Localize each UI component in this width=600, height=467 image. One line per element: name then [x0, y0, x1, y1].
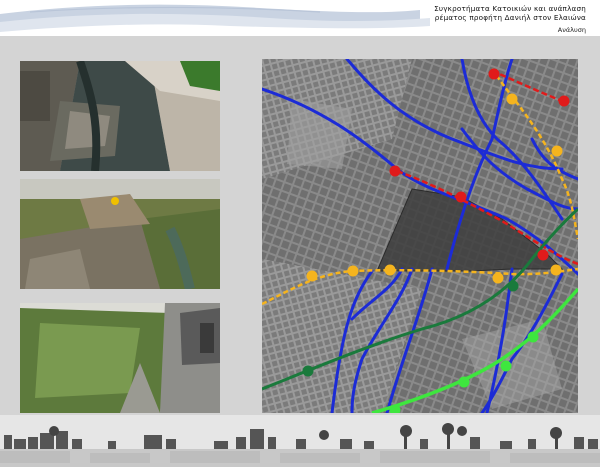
stream-photo-reeds-walls: [20, 303, 220, 413]
page-subtitle: Ανάλυση: [557, 26, 586, 34]
footer-panorama-strip: [0, 415, 600, 467]
footer-panorama: [0, 415, 600, 467]
stream-photo-concrete-channel: [20, 61, 220, 171]
stream-photo-overgrown-bank: [20, 179, 220, 289]
title-line-1: Συγκροτήματα Κατοικιών και ανάπλαση: [434, 4, 586, 13]
header: Συγκροτήματα Κατοικιών και ανάπλαση ρέμα…: [0, 0, 600, 36]
analysis-map: [262, 59, 578, 413]
page-title: Συγκροτήματα Κατοικιών και ανάπλαση ρέμα…: [434, 4, 586, 22]
title-line-2: ρέματος προφήτη Δανιήλ στον Ελαιώνα: [434, 13, 586, 22]
map-canvas: [262, 59, 578, 413]
map-open-area: [287, 99, 352, 169]
